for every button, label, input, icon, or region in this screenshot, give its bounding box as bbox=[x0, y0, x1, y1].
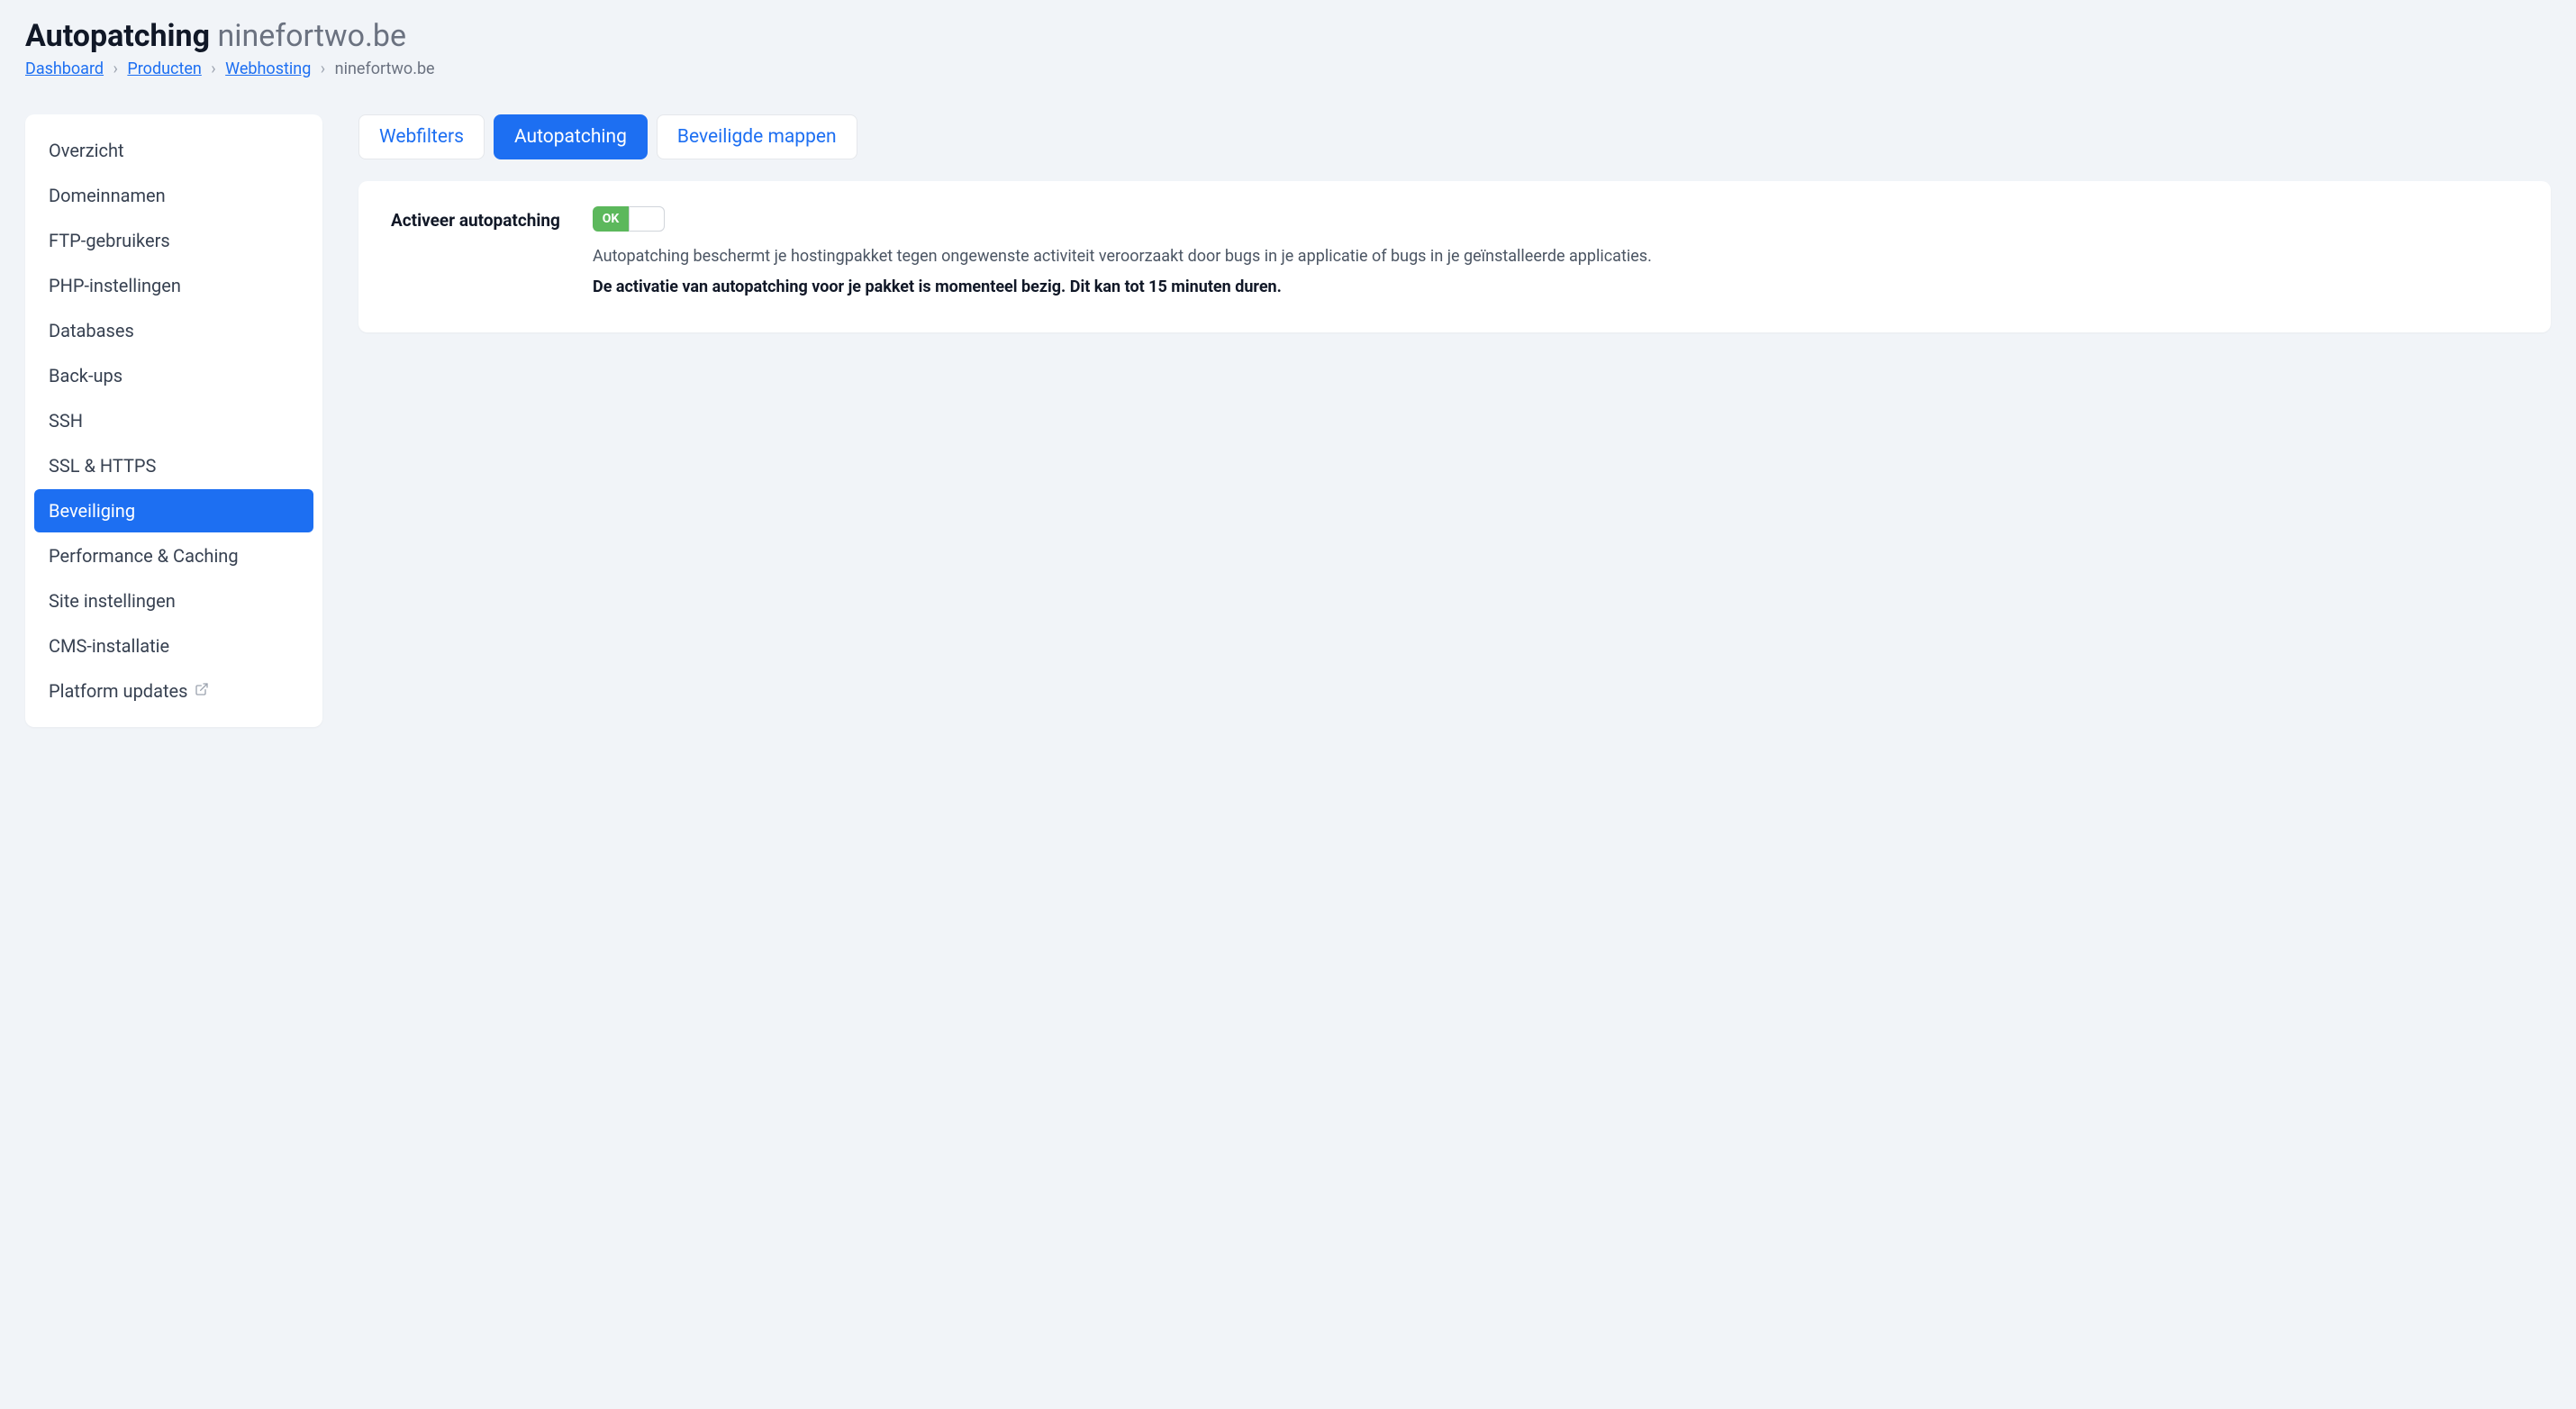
sidebar-item-label: PHP-instellingen bbox=[49, 275, 181, 296]
sidebar-item-label: FTP-gebruikers bbox=[49, 230, 170, 251]
breadcrumb-sep: › bbox=[321, 59, 325, 78]
tab-beveiligde-mappen[interactable]: Beveiligde mappen bbox=[657, 114, 857, 159]
tab-label: Autopatching bbox=[514, 126, 627, 148]
breadcrumb-sep: › bbox=[211, 59, 215, 78]
toggle-knob bbox=[629, 206, 665, 232]
sidebar-item-overzicht[interactable]: Overzicht bbox=[34, 129, 313, 172]
page-title: Autopatching ninefortwo.be bbox=[25, 18, 2551, 54]
setting-row-autopatching: Activeer autopatching OK Autopatching be… bbox=[391, 206, 2518, 300]
page-title-main: Autopatching bbox=[25, 18, 210, 54]
sidebar-item-label: Performance & Caching bbox=[49, 545, 239, 567]
sidebar-item-label: Domeinnamen bbox=[49, 185, 166, 206]
page-header: Autopatching ninefortwo.be Dashboard › P… bbox=[25, 18, 2551, 78]
sidebar-item-ssl-https[interactable]: SSL & HTTPS bbox=[34, 444, 313, 487]
sidebar-item-label: SSL & HTTPS bbox=[49, 455, 156, 477]
autopatching-status: De activatie van autopatching voor je pa… bbox=[593, 275, 2518, 300]
breadcrumb-dashboard[interactable]: Dashboard bbox=[25, 59, 104, 78]
sidebar-item-backups[interactable]: Back-ups bbox=[34, 354, 313, 397]
sidebar: Overzicht Domeinnamen FTP-gebruikers PHP… bbox=[25, 114, 322, 727]
sidebar-item-label: SSH bbox=[49, 410, 83, 432]
layout: Overzicht Domeinnamen FTP-gebruikers PHP… bbox=[25, 114, 2551, 727]
breadcrumb: Dashboard › Producten › Webhosting › nin… bbox=[25, 59, 2551, 78]
sidebar-item-label: Site instellingen bbox=[49, 590, 176, 612]
sidebar-item-cms-installatie[interactable]: CMS-installatie bbox=[34, 624, 313, 668]
tab-autopatching[interactable]: Autopatching bbox=[494, 114, 648, 159]
breadcrumb-producten[interactable]: Producten bbox=[127, 59, 201, 78]
sidebar-item-php-instellingen[interactable]: PHP-instellingen bbox=[34, 264, 313, 307]
toggle-on-label: OK bbox=[593, 206, 629, 232]
sidebar-item-label: Platform updates bbox=[49, 680, 187, 702]
sidebar-item-performance-caching[interactable]: Performance & Caching bbox=[34, 534, 313, 577]
breadcrumb-current: ninefortwo.be bbox=[335, 59, 435, 78]
sidebar-item-label: CMS-installatie bbox=[49, 635, 169, 657]
sidebar-item-databases[interactable]: Databases bbox=[34, 309, 313, 352]
sidebar-item-label: Beveiliging bbox=[49, 500, 135, 522]
sidebar-item-site-instellingen[interactable]: Site instellingen bbox=[34, 579, 313, 623]
sidebar-item-domeinnamen[interactable]: Domeinnamen bbox=[34, 174, 313, 217]
tab-webfilters[interactable]: Webfilters bbox=[358, 114, 485, 159]
breadcrumb-sep: › bbox=[113, 59, 118, 78]
sidebar-item-label: Back-ups bbox=[49, 365, 122, 386]
main-content: Webfilters Autopatching Beveiligde mappe… bbox=[358, 114, 2551, 332]
sidebar-item-ftp-gebruikers[interactable]: FTP-gebruikers bbox=[34, 219, 313, 262]
sidebar-item-ssh[interactable]: SSH bbox=[34, 399, 313, 442]
sidebar-item-platform-updates[interactable]: Platform updates bbox=[34, 669, 313, 713]
setting-label: Activeer autopatching bbox=[391, 206, 571, 231]
setting-body: OK Autopatching beschermt je hostingpakk… bbox=[593, 206, 2518, 300]
sidebar-item-label: Databases bbox=[49, 320, 134, 341]
autopatching-description: Autopatching beschermt je hostingpakket … bbox=[593, 244, 2518, 269]
sidebar-item-beveiliging[interactable]: Beveiliging bbox=[34, 489, 313, 532]
external-link-icon bbox=[195, 682, 209, 700]
tab-label: Webfilters bbox=[379, 126, 464, 148]
tab-label: Beveiligde mappen bbox=[677, 126, 837, 148]
autopatching-toggle[interactable]: OK bbox=[593, 206, 665, 232]
sidebar-item-label: Overzicht bbox=[49, 140, 124, 161]
tabs: Webfilters Autopatching Beveiligde mappe… bbox=[358, 114, 2551, 159]
page-title-subtitle: ninefortwo.be bbox=[217, 18, 406, 54]
settings-panel: Activeer autopatching OK Autopatching be… bbox=[358, 181, 2551, 332]
breadcrumb-webhosting[interactable]: Webhosting bbox=[225, 59, 311, 78]
